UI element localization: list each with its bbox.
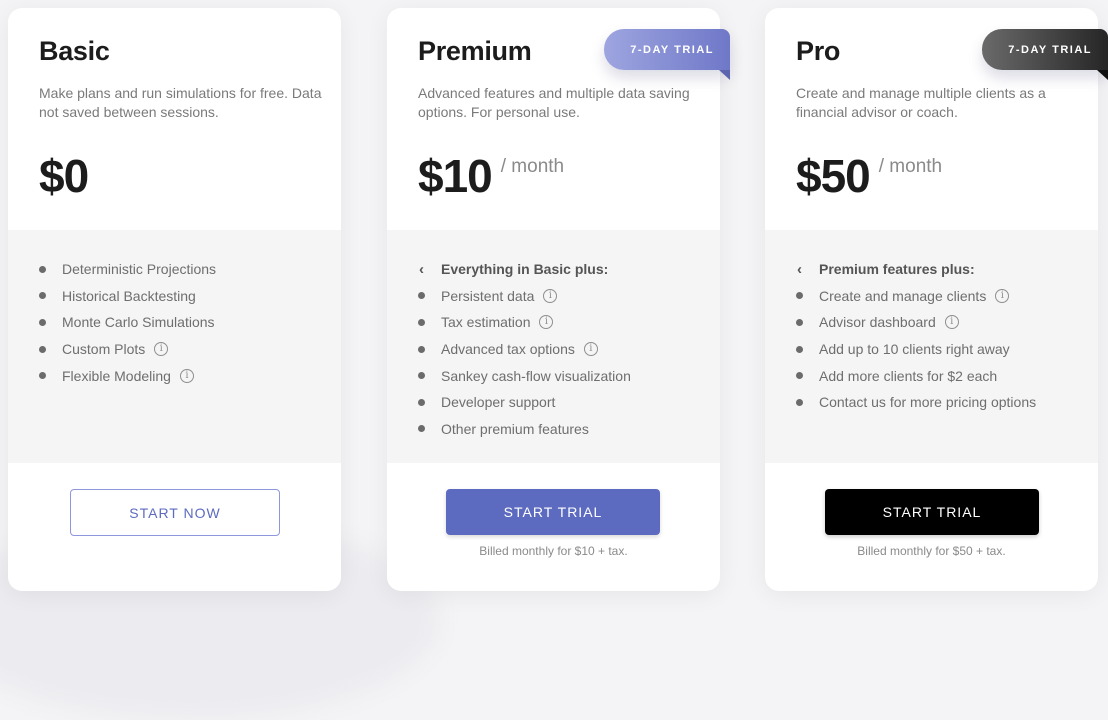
info-icon[interactable]: i (154, 342, 169, 357)
feature-label: Monte Carlo Simulations (62, 314, 215, 331)
feature-label: Add more clients for $2 each (819, 367, 998, 384)
feature-label: Developer support (441, 394, 556, 411)
billing-note: Billed monthly for $50 + tax. (857, 544, 1006, 558)
plan-price: $0 (39, 150, 89, 202)
info-icon[interactable]: i (543, 288, 558, 303)
bullet-icon (418, 345, 425, 353)
start-now-button[interactable]: START NOW (70, 489, 280, 536)
info-icon[interactable]: i (583, 342, 598, 357)
features-heading[interactable]: ‹ Premium features plus: (796, 256, 1036, 283)
feature-item: Advisor dashboard i (796, 309, 1036, 336)
plan-card-premium: Premium Advanced features and multiple d… (387, 8, 730, 591)
bullet-icon (39, 292, 46, 300)
feature-item: Add up to 10 clients right away (796, 336, 1036, 363)
bullet-icon (796, 318, 803, 326)
feature-item: Add more clients for $2 each (796, 362, 1036, 389)
price-row: $50 / month (796, 148, 942, 204)
bullet-icon (39, 372, 46, 380)
info-icon[interactable]: i (539, 315, 554, 330)
feature-item: Custom Plots i (39, 336, 216, 363)
features-panel: ‹ Premium features plus: Create and manag… (765, 230, 1098, 463)
plan-name: Premium (418, 36, 532, 66)
info-icon[interactable]: i (944, 315, 959, 330)
bullet-icon (418, 292, 425, 300)
feature-item: Monte Carlo Simulations (39, 309, 216, 336)
plan-footer: START NOW (8, 463, 341, 591)
bullet-icon (796, 398, 803, 406)
plan-price: $10 (418, 150, 493, 202)
feature-item: Sankey cash-flow visualization (418, 362, 631, 389)
feature-item: Deterministic Projections (39, 256, 216, 283)
feature-item: Create and manage clients i (796, 283, 1036, 310)
feature-item: Developer support (418, 389, 631, 416)
billing-period: / month (500, 156, 565, 177)
feature-item: Historical Backtesting (39, 283, 216, 310)
plan-card-basic: Basic Make plans and run simulations for… (8, 8, 341, 591)
plan-header: Basic Make plans and run simulations for… (8, 8, 341, 230)
bullet-icon (418, 318, 425, 326)
plan-footer: START TRIAL Billed monthly for $10 + tax… (387, 463, 720, 591)
plan-description: Create and manage multiple clients as a … (796, 85, 1046, 120)
plan-price: $50 (796, 150, 871, 202)
plan-footer: START TRIAL Billed monthly for $50 + tax… (765, 463, 1098, 591)
info-icon[interactable]: i (995, 288, 1010, 303)
price-row: $10 / month (418, 148, 564, 204)
plan-name: Basic (39, 36, 110, 66)
start-trial-button[interactable]: START TRIAL (825, 489, 1039, 535)
feature-label: Sankey cash-flow visualization (441, 367, 631, 384)
feature-label: Custom Plots (62, 341, 146, 358)
chevron-left-icon[interactable]: ‹ (418, 261, 425, 278)
ribbon-fold (1097, 70, 1108, 80)
ribbon-fold (719, 70, 730, 80)
bullet-icon (39, 265, 46, 273)
bullet-icon (796, 292, 803, 300)
feature-label: Other premium features (441, 420, 589, 437)
feature-list: ‹ Premium features plus: Create and manag… (796, 256, 1036, 416)
bullet-icon (796, 345, 803, 353)
feature-label: Contact us for more pricing options (819, 394, 1037, 411)
feature-label: Deterministic Projections (62, 261, 217, 278)
features-heading-label: Everything in Basic plus: (441, 261, 609, 278)
feature-item: Contact us for more pricing options (796, 389, 1036, 416)
feature-label: Flexible Modeling (62, 367, 171, 384)
bullet-icon (418, 398, 425, 406)
feature-label: Historical Backtesting (62, 287, 196, 304)
bullet-icon (39, 345, 46, 353)
price-row: $0 (39, 148, 89, 204)
feature-item: Flexible Modeling i (39, 362, 216, 389)
feature-item: Tax estimation i (418, 309, 631, 336)
feature-label: Persistent data (441, 287, 535, 304)
plan-description: Advanced features and multiple data savi… (418, 85, 690, 120)
features-heading-label: Premium features plus: (819, 261, 975, 278)
plan-name: Pro (796, 36, 841, 66)
feature-label: Advisor dashboard (819, 314, 936, 331)
bullet-icon (39, 318, 46, 326)
billing-period: / month (878, 156, 943, 177)
feature-item: Advanced tax options i (418, 336, 631, 363)
feature-item: Other premium features (418, 416, 631, 443)
trial-badge: 7-DAY TRIAL (982, 29, 1108, 70)
features-heading[interactable]: ‹ Everything in Basic plus: (418, 256, 631, 283)
feature-label: Create and manage clients (819, 287, 987, 304)
bullet-icon (418, 372, 425, 380)
trial-badge: 7-DAY TRIAL (604, 29, 730, 70)
plan-card-pro: Pro Create and manage multiple clients a… (765, 8, 1108, 591)
plan-description: Make plans and run simulations for free.… (39, 85, 322, 120)
info-icon[interactable]: i (179, 368, 194, 383)
feature-item: Persistent data i (418, 283, 631, 310)
feature-list: Deterministic Projections Historical Bac… (39, 256, 216, 389)
features-panel: ‹ Everything in Basic plus: Persistent da… (387, 230, 720, 463)
bullet-icon (418, 425, 425, 433)
chevron-left-icon[interactable]: ‹ (796, 261, 803, 278)
billing-note: Billed monthly for $10 + tax. (479, 544, 628, 558)
start-trial-button[interactable]: START TRIAL (446, 489, 660, 535)
bullet-icon (796, 372, 803, 380)
feature-label: Advanced tax options (441, 341, 575, 358)
features-panel: Deterministic Projections Historical Bac… (8, 230, 341, 463)
feature-label: Add up to 10 clients right away (819, 341, 1010, 358)
feature-list: ‹ Everything in Basic plus: Persistent da… (418, 256, 631, 442)
feature-label: Tax estimation (441, 314, 531, 331)
